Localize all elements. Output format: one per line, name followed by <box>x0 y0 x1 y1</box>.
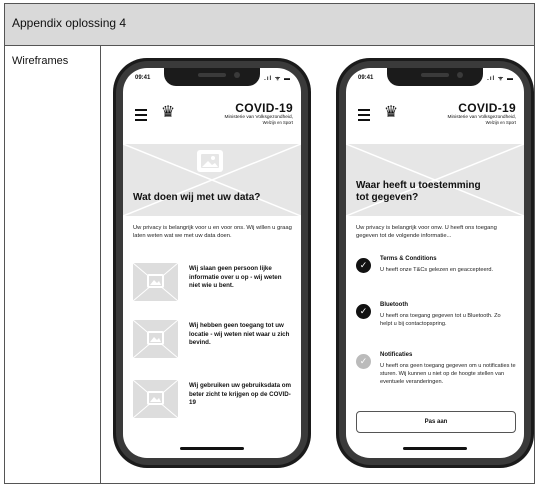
phone-screen-2: 09:41 .ıl ᯤ ▬ ♛ COVID-19 Ministerie van … <box>346 68 524 458</box>
royal-crest-icon: ♛ <box>383 104 399 121</box>
status-time: 09:41 <box>358 75 374 81</box>
royal-crest-icon: ♛ <box>160 104 176 121</box>
feature-item: Wij gebruiken uw gebruiksdata om beter z… <box>132 379 293 420</box>
check-circle-icon: ✓ <box>356 258 371 273</box>
notch <box>164 68 260 86</box>
intro-text: Uw privacy is belangrijk voor u en voor … <box>133 225 292 239</box>
status-time: 09:41 <box>135 75 151 81</box>
phone-wireframe-1: 09:41 .ıl ᯤ ▬ ♛ COVID-19 Ministerie van … <box>113 58 311 468</box>
permission-title: Notificaties <box>380 352 413 358</box>
image-placeholder-icon <box>132 379 179 419</box>
permission-desc: U heeft ons toegang gegeven tot u Blueto… <box>380 313 501 328</box>
phone-wireframe-2: 09:41 .ıl ᯤ ▬ ♛ COVID-19 Ministerie van … <box>336 58 534 468</box>
ministry-sub: Welzijn en Sport <box>262 120 293 125</box>
wireframes-label: Wireframes <box>12 55 69 67</box>
table-header-title: Appendix oplossing 4 <box>12 16 127 30</box>
table-label-cell: Wireframes <box>5 45 101 483</box>
hero-title: Waar heeft u toestemming tot gegeven? <box>356 180 481 203</box>
hero-banner: Wat doen wij met uw data? <box>123 144 301 216</box>
app-title: COVID-19 <box>458 101 516 115</box>
permission-desc: U heeft onze T&Cs gelezen en geaccepteer… <box>380 267 494 273</box>
check-circle-icon: ✓ <box>356 304 371 319</box>
app-header: COVID-19 Ministerie van Volksgezondheid,… <box>447 101 516 125</box>
hamburger-icon[interactable] <box>135 109 147 124</box>
app-header: COVID-19 Ministerie van Volksgezondheid,… <box>224 101 293 125</box>
app-title: COVID-19 <box>235 101 293 115</box>
image-placeholder-icon <box>123 144 301 216</box>
intro-text: Uw privacy is belangrijk voor onw. U hee… <box>356 225 497 239</box>
check-circle-icon-disabled: ✓ <box>356 354 371 369</box>
home-indicator[interactable] <box>403 447 467 450</box>
phone-screen-1: 09:41 .ıl ᯤ ▬ ♛ COVID-19 Ministerie van … <box>123 68 301 458</box>
permission-desc: U heeft ons geen toegang gegeven om u no… <box>380 363 516 386</box>
hero-title: Wat doen wij met uw data? <box>133 192 261 203</box>
permission-title: Bluetooth <box>380 302 408 308</box>
home-indicator[interactable] <box>180 447 244 450</box>
status-icons: .ıl ᯤ ▬ <box>264 76 291 82</box>
ministry-sub: Welzijn en Sport <box>485 120 516 125</box>
table-header-row: Appendix oplossing 4 <box>5 4 534 46</box>
status-icons: .ıl ᯤ ▬ <box>487 76 514 82</box>
feature-text: Wij slaan geen persoon lijke informatie … <box>189 265 282 289</box>
image-placeholder-icon <box>132 319 179 359</box>
feature-item: Wij hebben geen toegang tot uw locatie -… <box>132 319 293 360</box>
feature-text: Wij gebruiken uw gebruiksdata om beter z… <box>189 382 292 406</box>
notch <box>387 68 483 86</box>
feature-item: Wij slaan geen persoon lijke informatie … <box>132 262 293 303</box>
feature-text: Wij hebben geen toegang tot uw locatie -… <box>189 322 290 346</box>
permission-title: Terms & Conditions <box>380 256 437 262</box>
image-placeholder-icon <box>132 262 179 302</box>
pas-aan-button[interactable]: Pas aan <box>356 411 516 433</box>
hamburger-icon[interactable] <box>358 109 370 124</box>
hero-banner: Waar heeft u toestemming tot gegeven? <box>346 144 524 216</box>
